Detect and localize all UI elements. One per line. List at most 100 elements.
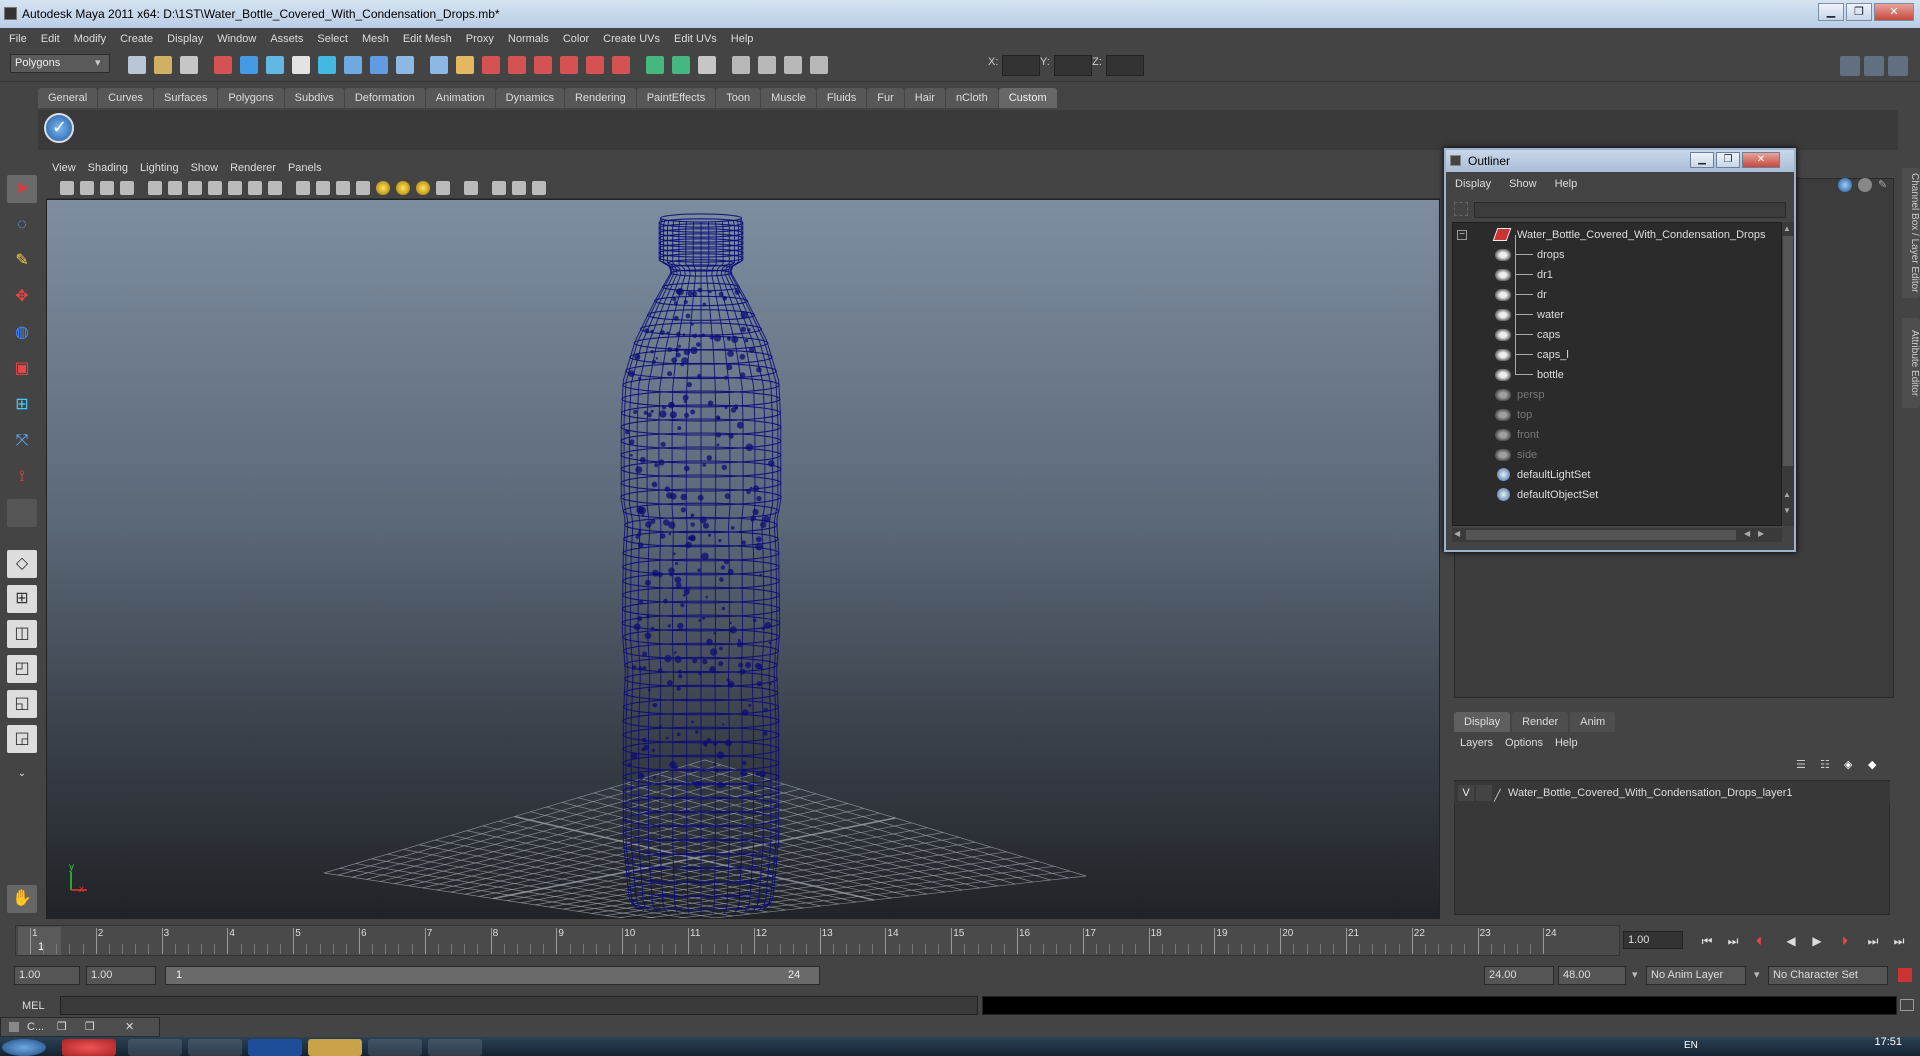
taskbar-photoshop-icon[interactable] [248, 1039, 302, 1056]
shelf-tab-animation[interactable]: Animation [425, 88, 495, 108]
menu-window[interactable]: Window [210, 28, 263, 50]
soft-modification-icon[interactable]: ⤧ [7, 427, 37, 455]
menu-color[interactable]: Color [556, 28, 596, 50]
custom-shelf-check-icon[interactable] [44, 113, 74, 143]
taskbar-app3-icon[interactable] [188, 1039, 242, 1056]
start-button-icon[interactable] [2, 1039, 46, 1056]
y-input[interactable] [1054, 55, 1092, 76]
outliner-maximize-button[interactable]: ❐ [1716, 152, 1740, 168]
show-hide-icon[interactable] [646, 56, 664, 74]
language-indicator[interactable]: EN [1684, 1040, 1698, 1051]
shelf-tab-hair[interactable]: Hair [904, 88, 945, 108]
outliner-item-defaultlightset[interactable]: defaultLightSet [1453, 465, 1781, 485]
minimized-maximize-icon[interactable]: ❐ [85, 1018, 95, 1036]
history-icon[interactable] [482, 56, 500, 74]
tool-settings-icon[interactable] [732, 56, 750, 74]
current-time-field[interactable]: 1.00 [1623, 931, 1683, 949]
xray-component-icon[interactable] [512, 181, 526, 195]
viewport-menu-view[interactable]: View [46, 159, 82, 177]
step-back-frame-icon[interactable]: ⏴ [1750, 933, 1768, 949]
scale-tool-icon[interactable]: ▣ [7, 355, 37, 383]
outliner-item-side[interactable]: side [1453, 445, 1781, 465]
select-camera-icon[interactable] [60, 181, 74, 195]
scroll-right-icon[interactable]: ▶ [1758, 529, 1764, 538]
go-to-start-icon[interactable]: ⏮ [1698, 933, 1716, 949]
new-layer-icon[interactable]: ☰ [1796, 758, 1814, 774]
layer-menu-options[interactable]: Options [1499, 733, 1549, 753]
viewport-menu-panels[interactable]: Panels [282, 159, 328, 177]
taskbar-app6-icon[interactable] [368, 1039, 422, 1056]
command-input[interactable] [60, 996, 978, 1015]
smooth-shade-icon[interactable] [316, 181, 330, 195]
shelf-tab-dynamics[interactable]: Dynamics [495, 88, 564, 108]
xform-icon[interactable] [758, 56, 776, 74]
shelf-tab-subdivs[interactable]: Subdivs [284, 88, 344, 108]
ipr-render-icon[interactable] [534, 56, 552, 74]
menu-create[interactable]: Create [113, 28, 160, 50]
command-language-label[interactable]: MEL [10, 997, 58, 1015]
menu-select[interactable]: Select [310, 28, 355, 50]
maximize-button[interactable]: ❐ [1846, 3, 1872, 21]
outliner-menu-help[interactable]: Help [1546, 174, 1587, 194]
safe-title-icon[interactable] [268, 181, 282, 195]
viewport-menu-renderer[interactable]: Renderer [224, 159, 282, 177]
xray-icon[interactable] [436, 181, 450, 195]
menu-help[interactable]: Help [724, 28, 761, 50]
outliner-menu-display[interactable]: Display [1446, 174, 1500, 194]
high-quality-icon[interactable] [416, 181, 430, 195]
viewport-menu-show[interactable]: Show [185, 159, 225, 177]
outliner-item-bottle[interactable]: bottle [1453, 365, 1781, 385]
select-component-icon[interactable] [266, 56, 284, 74]
outliner-item-water-bottle-covered-with-condensation-drops[interactable]: − Water_Bottle_Covered_With_Condensation_… [1453, 225, 1781, 245]
bookmarks-icon[interactable] [100, 181, 114, 195]
animation-end-field[interactable]: 48.00 [1558, 966, 1626, 985]
scroll-up-small-icon[interactable]: ▲ [1783, 490, 1793, 500]
frame-all-icon[interactable] [532, 181, 546, 195]
outliner-item-defaultobjectset[interactable]: defaultObjectSet [1453, 485, 1781, 505]
auto-key-icon[interactable] [1898, 968, 1912, 982]
menu-file[interactable]: File [0, 28, 34, 50]
save-scene-icon[interactable] [180, 56, 198, 74]
outliner-graph-layout-icon[interactable]: ◲ [7, 725, 37, 753]
character-set-select[interactable]: No Character Set [1768, 966, 1888, 985]
channel-box-toggle-icon[interactable] [1840, 56, 1860, 76]
z-input[interactable] [1106, 55, 1144, 76]
outliner-search-input[interactable] [1474, 202, 1786, 218]
outliner-hscroll-thumb[interactable] [1466, 530, 1736, 540]
isolate-select-icon[interactable] [464, 181, 478, 195]
shelf-tab-ncloth[interactable]: nCloth [945, 88, 998, 108]
use-all-lights-icon[interactable] [376, 181, 390, 195]
hypershade-layout-icon[interactable]: ◱ [7, 690, 37, 718]
resolution-gate-icon[interactable] [188, 181, 202, 195]
menu-create-uvs[interactable]: Create UVs [596, 28, 667, 50]
transform-icon[interactable] [784, 56, 802, 74]
shelf-tab-rendering[interactable]: Rendering [564, 88, 636, 108]
menu-proxy[interactable]: Proxy [459, 28, 501, 50]
lock-selection-icon[interactable] [292, 56, 310, 74]
channel-box-icon[interactable] [698, 56, 716, 74]
wireframe-icon[interactable] [296, 181, 310, 195]
collapse-icon[interactable]: − [1457, 230, 1467, 240]
xray-joints-icon[interactable] [492, 181, 506, 195]
snap-point-icon[interactable] [370, 56, 388, 74]
viewport-menu-shading[interactable]: Shading [82, 159, 134, 177]
play-forward-icon[interactable]: ▶ [1808, 933, 1826, 949]
field-chart-icon[interactable] [228, 181, 242, 195]
move-tool-icon[interactable]: ✥ [7, 283, 37, 311]
more-layouts-icon[interactable]: ⌄ [7, 765, 37, 783]
channel-box-settings-icon[interactable] [1858, 178, 1872, 192]
layer-name[interactable]: Water_Bottle_Covered_With_Condensation_D… [1508, 782, 1793, 804]
menu-edit[interactable]: Edit [34, 28, 67, 50]
input-ops-icon[interactable] [456, 56, 474, 74]
shelf-tab-fur[interactable]: Fur [867, 88, 904, 108]
shelf-tab-painteffects[interactable]: PaintEffects [636, 88, 716, 108]
scroll-down-icon[interactable]: ▼ [1783, 506, 1793, 516]
open-scene-icon[interactable] [154, 56, 172, 74]
snap-curve-icon[interactable] [344, 56, 362, 74]
playback-start-field[interactable]: 1.00 [86, 966, 156, 985]
paint-tool-icon[interactable]: ✋ [7, 885, 37, 913]
new-scene-icon[interactable] [128, 56, 146, 74]
menu-modify[interactable]: Modify [67, 28, 113, 50]
scroll-up-icon[interactable]: ▲ [1783, 224, 1793, 234]
current-frame-marker[interactable]: 1 [18, 927, 61, 955]
